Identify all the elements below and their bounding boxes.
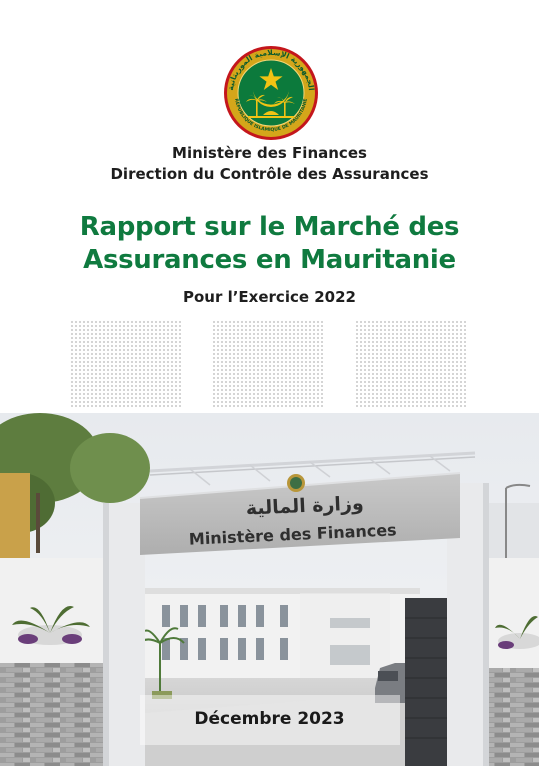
direction-name: Direction du Contrôle des Assurances bbox=[110, 165, 429, 183]
ministry-name: Ministère des Finances bbox=[172, 144, 367, 162]
dot-pattern-center bbox=[212, 320, 324, 408]
mauritania-seal-icon: الجمهورية الإسلامية الموريتانية RÉPUBLIQ… bbox=[224, 46, 318, 140]
dot-pattern-right bbox=[355, 320, 467, 408]
report-subtitle: Pour l’Exercice 2022 bbox=[183, 288, 356, 306]
report-title-line-2: Assurances en Mauritanie bbox=[83, 245, 456, 275]
report-title-line-1: Rapport sur le Marché des bbox=[79, 212, 460, 242]
dot-pattern-left bbox=[70, 320, 182, 408]
publication-date: Décembre 2023 bbox=[194, 709, 345, 729]
report-cover: الجمهورية الإسلامية الموريتانية RÉPUBLIQ… bbox=[0, 0, 539, 766]
